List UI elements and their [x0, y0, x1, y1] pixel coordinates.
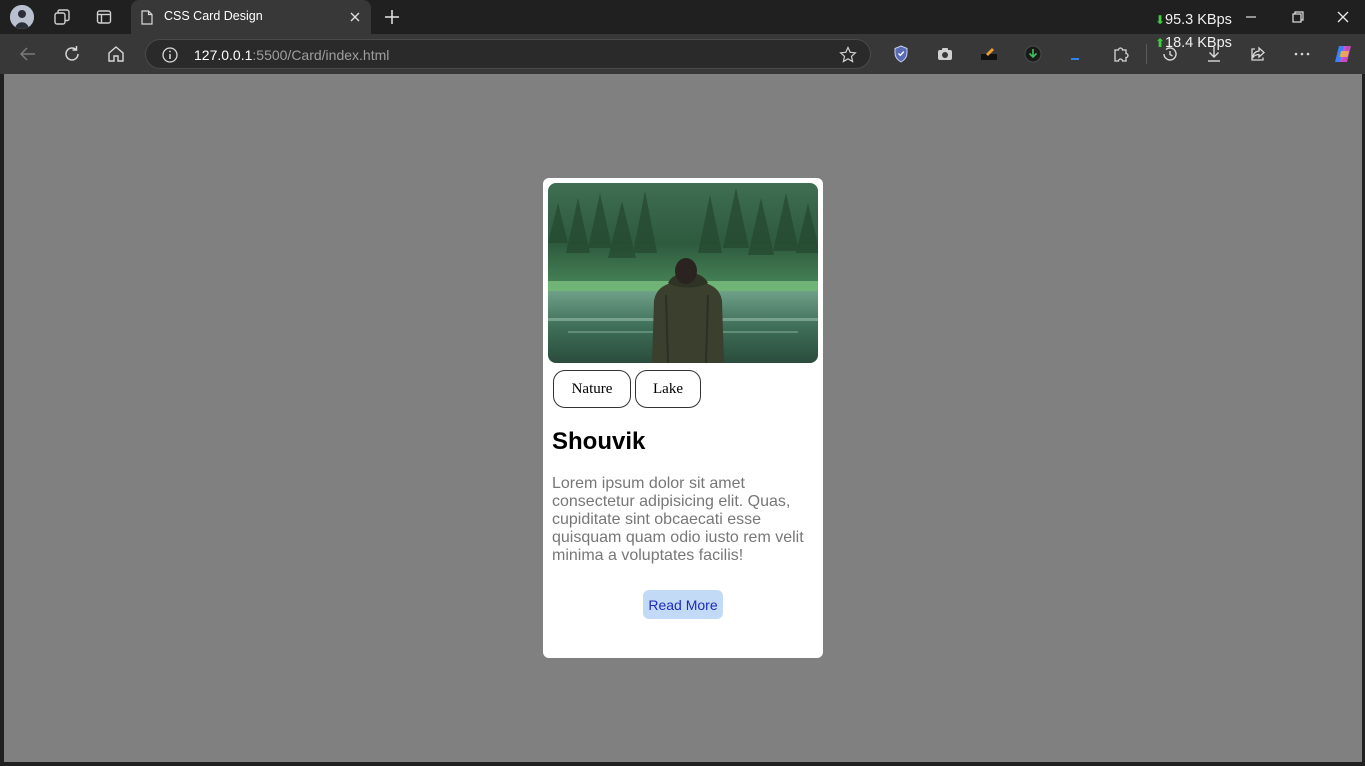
- card-image: [548, 183, 818, 363]
- download-speed-value: 95.3 KBps: [1165, 12, 1232, 28]
- workspaces-button[interactable]: [51, 6, 73, 28]
- more-button[interactable]: [1290, 42, 1314, 66]
- back-arrow-icon: [19, 47, 35, 61]
- url-host: 127.0.0.1: [194, 47, 253, 63]
- underline-icon: [1071, 58, 1079, 60]
- restore-icon: [1292, 11, 1304, 23]
- copilot-icon: [1335, 46, 1351, 62]
- close-icon: [350, 12, 360, 22]
- shield-icon: [894, 45, 908, 63]
- green-download-icon: [1024, 45, 1042, 63]
- plus-icon: [385, 10, 399, 24]
- info-icon[interactable]: [161, 46, 179, 64]
- url-text: 127.0.0.1:5500/Card/index.html: [194, 47, 389, 63]
- upload-speed-value: 18.4 KBps: [1165, 35, 1232, 51]
- upload-speed: ⬆18.4 KBps: [1155, 35, 1232, 51]
- tag-nature[interactable]: Nature: [553, 370, 631, 408]
- more-icon: [1294, 52, 1310, 56]
- avatar-icon: [10, 5, 34, 29]
- dropper-icon: [981, 48, 997, 60]
- home-button[interactable]: [104, 42, 128, 66]
- camera-icon: [938, 48, 952, 60]
- page-icon: [141, 10, 153, 25]
- close-window-icon: [1337, 11, 1349, 23]
- extension-download-manager[interactable]: [1021, 42, 1045, 66]
- tab-close-button[interactable]: [345, 7, 365, 27]
- tab-actions-icon: [96, 10, 112, 24]
- read-more-button[interactable]: Read More: [643, 590, 723, 619]
- refresh-button[interactable]: [60, 42, 84, 66]
- card: Nature Lake Shouvik Lorem ipsum dolor si…: [543, 178, 823, 658]
- extension-blue[interactable]: [1065, 42, 1089, 66]
- tab-strip: CSS Card Design ⬇95.3 KBps: [0, 0, 1365, 34]
- page-viewport: Nature Lake Shouvik Lorem ipsum dolor si…: [4, 74, 1362, 762]
- tab-title: CSS Card Design: [164, 9, 263, 23]
- download-arrow-icon: ⬇: [1155, 13, 1166, 27]
- refresh-icon: [65, 46, 79, 61]
- minimize-icon: [1246, 16, 1256, 18]
- extension-shield[interactable]: [889, 42, 913, 66]
- new-tab-button[interactable]: [380, 6, 404, 28]
- extension-camera[interactable]: [933, 42, 957, 66]
- toolbar-divider: [1146, 44, 1147, 64]
- download-speed: ⬇95.3 KBps: [1155, 12, 1232, 28]
- profile-avatar[interactable]: [10, 5, 34, 29]
- url-path: :5500/Card/index.html: [252, 47, 390, 63]
- share-icon: [1251, 46, 1265, 61]
- address-bar[interactable]: 127.0.0.1:5500/Card/index.html: [145, 39, 871, 69]
- back-button[interactable]: [16, 42, 40, 66]
- tab-css-card-design[interactable]: CSS Card Design: [131, 0, 371, 34]
- extension-color-picker[interactable]: [977, 42, 1001, 66]
- minimize-button[interactable]: [1239, 6, 1263, 28]
- puzzle-icon: [1114, 47, 1129, 62]
- tab-actions-button[interactable]: [93, 6, 115, 28]
- extensions-button[interactable]: [1109, 42, 1133, 66]
- copilot-button[interactable]: [1331, 42, 1355, 66]
- upload-arrow-icon: ⬆: [1155, 36, 1166, 50]
- card-description: Lorem ipsum dolor sit amet consectetur a…: [552, 475, 804, 564]
- share-button[interactable]: [1246, 42, 1270, 66]
- workspaces-icon: [54, 9, 70, 25]
- lake-photo: [548, 183, 818, 363]
- star-icon[interactable]: [838, 45, 858, 65]
- restore-button[interactable]: [1285, 6, 1309, 28]
- close-window-button[interactable]: [1331, 6, 1355, 28]
- card-title: Shouvik: [552, 428, 646, 455]
- home-icon: [108, 46, 124, 62]
- tag-lake[interactable]: Lake: [635, 370, 701, 408]
